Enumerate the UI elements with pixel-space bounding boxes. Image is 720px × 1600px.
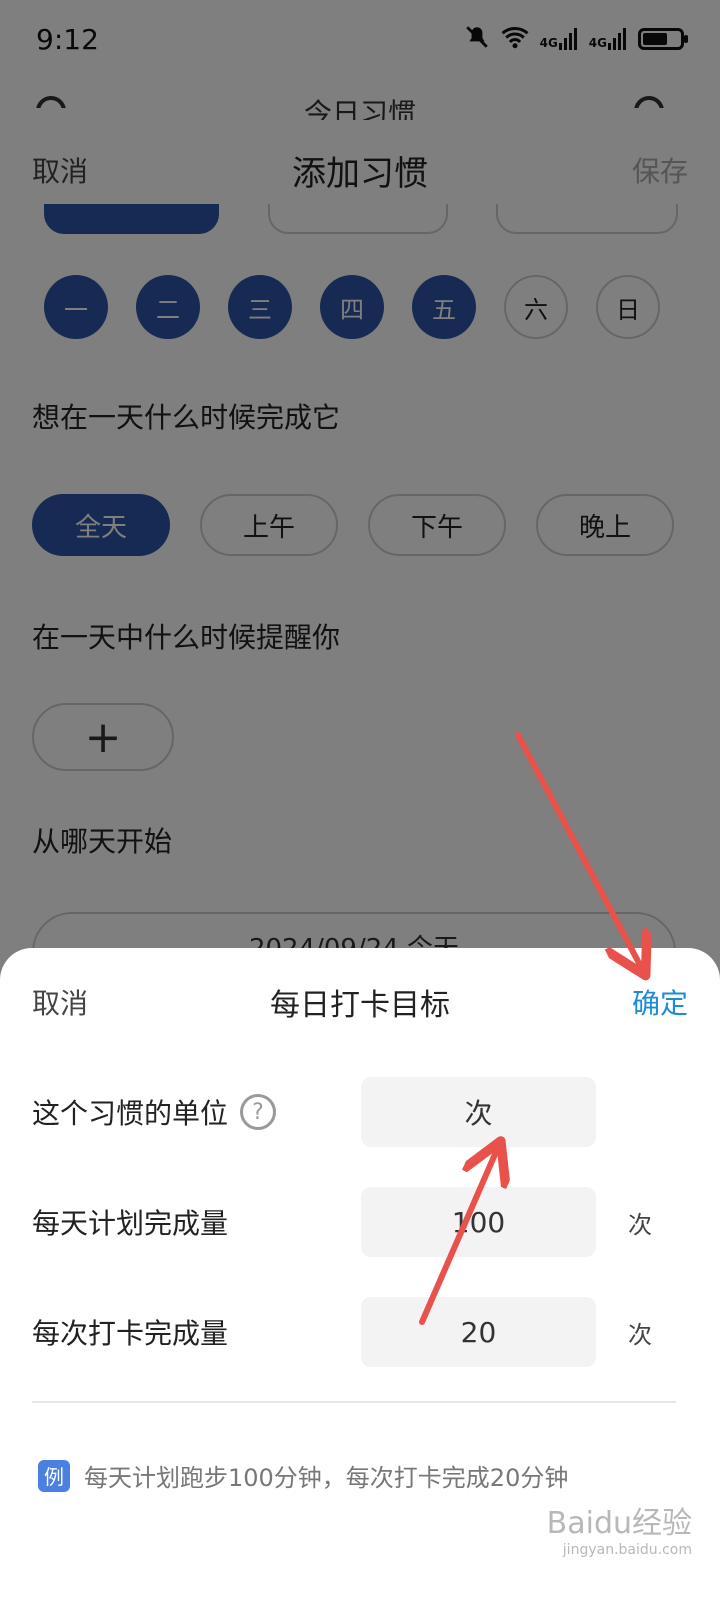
unit-input[interactable]: 次 bbox=[361, 1077, 596, 1147]
daily-plan-row: 每天计划完成量 100 次 bbox=[32, 1187, 692, 1257]
daily-plan-input[interactable]: 100 bbox=[361, 1187, 596, 1257]
baidu-jingyan-watermark: Baidu经验 jingyan.baidu.com bbox=[547, 1498, 692, 1558]
per-checkin-label: 每次打卡完成量 bbox=[32, 1317, 229, 1350]
sheet-divider bbox=[32, 1401, 676, 1403]
sheet-title: 每日打卡目标 bbox=[270, 988, 450, 1023]
sheet-header: 取消 每日打卡目标 确定 bbox=[0, 976, 720, 1028]
per-checkin-input[interactable]: 20 bbox=[361, 1297, 596, 1367]
unit-row: 这个习惯的单位 ? 次 bbox=[32, 1077, 692, 1147]
per-checkin-unit: 次 bbox=[628, 1320, 652, 1349]
unit-label-text: 这个习惯的单位 bbox=[32, 1097, 229, 1130]
example-hint: 例 每天计划跑步100分钟，每次打卡完成20分钟 bbox=[38, 1458, 568, 1493]
watermark-logo: Baidu经验 bbox=[546, 1506, 692, 1541]
sheet-confirm-button[interactable]: 确定 bbox=[632, 982, 688, 1022]
unit-row-label: 这个习惯的单位 ? bbox=[32, 1092, 361, 1132]
daily-plan-label: 每天计划完成量 bbox=[32, 1207, 229, 1240]
daily-plan-unit: 次 bbox=[628, 1210, 652, 1239]
example-badge: 例 bbox=[38, 1459, 70, 1492]
example-text: 每天计划跑步100分钟，每次打卡完成20分钟 bbox=[84, 1464, 569, 1492]
watermark-url: jingyan.baidu.com bbox=[562, 1542, 692, 1558]
sheet-cancel-button[interactable]: 取消 bbox=[32, 982, 88, 1022]
per-checkin-row: 每次打卡完成量 20 次 bbox=[32, 1297, 692, 1367]
question-help-icon[interactable]: ? bbox=[240, 1094, 277, 1130]
